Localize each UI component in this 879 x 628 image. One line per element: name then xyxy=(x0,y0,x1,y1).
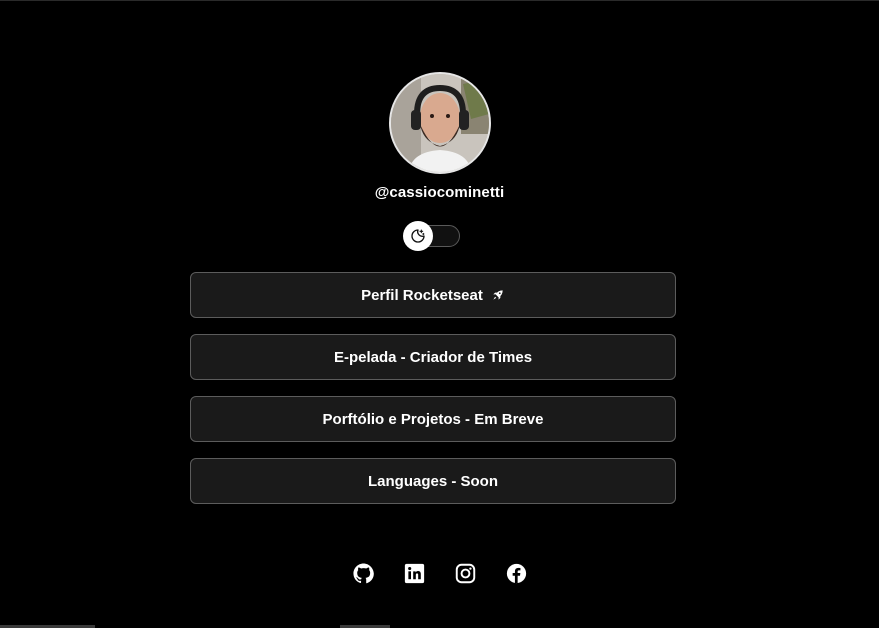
link-languages[interactable]: Languages - Soon xyxy=(190,458,676,504)
linkedin-icon[interactable] xyxy=(404,563,425,584)
profile-section: @cassiocominetti xyxy=(0,72,879,201)
theme-toggle-switch[interactable] xyxy=(403,221,460,251)
link-label: Perfil Rocketseat xyxy=(361,286,483,304)
instagram-icon[interactable] xyxy=(455,563,476,584)
github-icon[interactable] xyxy=(352,563,374,584)
avatar-photo xyxy=(390,74,489,172)
link-portfolio[interactable]: Porftólio e Projetos - Em Breve xyxy=(190,396,676,442)
username: @cassiocominetti xyxy=(374,184,505,201)
rocket-icon xyxy=(491,288,505,302)
social-links xyxy=(0,563,879,584)
theme-toggle-knob[interactable] xyxy=(403,221,433,251)
top-divider xyxy=(0,0,879,1)
link-e-pelada[interactable]: E-pelada - Criador de Times xyxy=(190,334,676,380)
page: @cassiocominetti Perfil Rocketseat E-pel… xyxy=(0,0,879,628)
facebook-icon[interactable] xyxy=(506,563,527,584)
moon-stars-icon xyxy=(411,229,425,243)
link-perfil-rocketseat[interactable]: Perfil Rocketseat xyxy=(190,272,676,318)
avatar xyxy=(388,72,491,174)
link-label: Porftólio e Projetos - Em Breve xyxy=(322,410,544,428)
links-list: Perfil Rocketseat E-pelada - Criador de … xyxy=(190,272,676,520)
link-label: E-pelada - Criador de Times xyxy=(333,348,533,366)
link-label: Languages - Soon xyxy=(367,472,498,490)
